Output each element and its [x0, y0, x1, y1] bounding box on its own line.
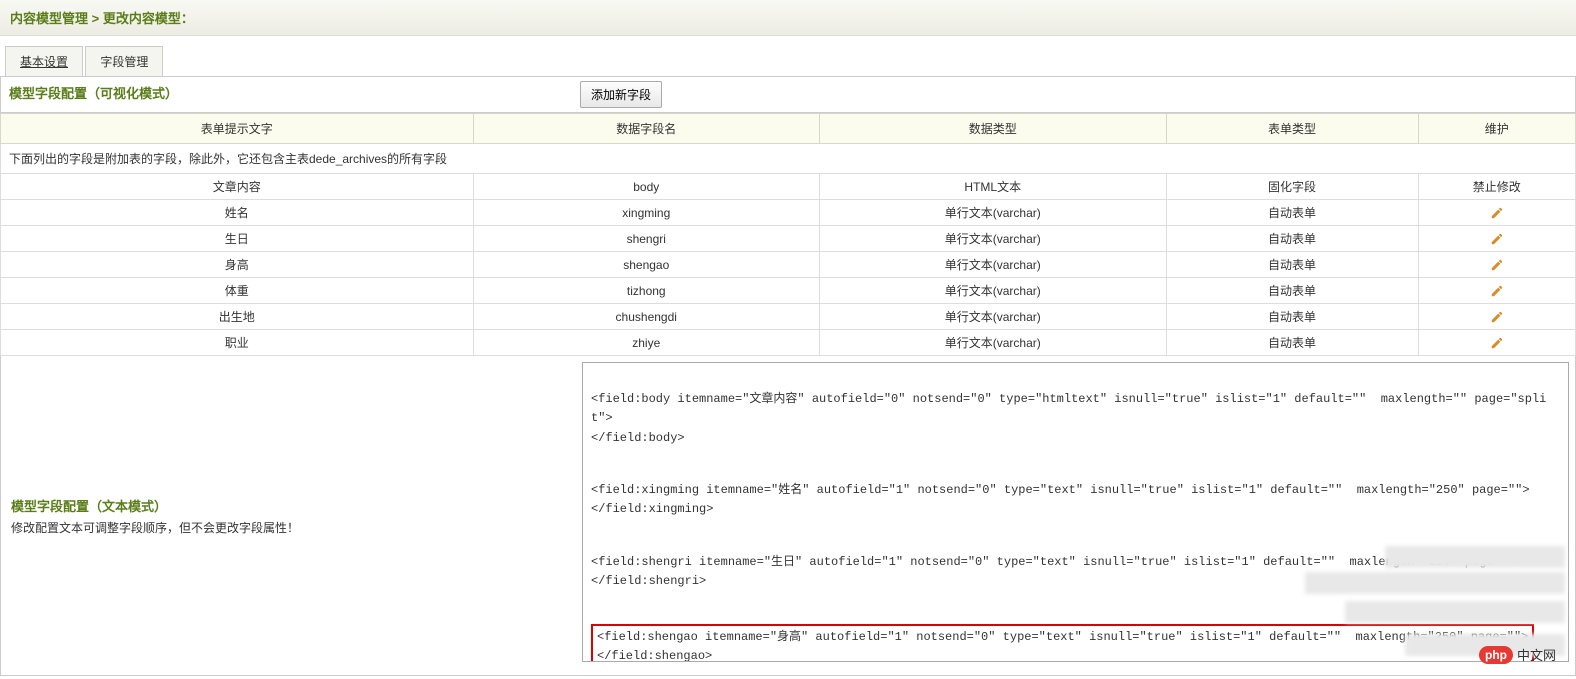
- cell-maint[interactable]: [1418, 226, 1576, 252]
- th-prompt: 表单提示文字: [1, 114, 474, 144]
- tab-fields[interactable]: 字段管理: [85, 46, 163, 76]
- cell-maint[interactable]: [1418, 330, 1576, 356]
- cell-prompt: 生日: [1, 226, 474, 252]
- cell-formtype: 自动表单: [1166, 278, 1418, 304]
- edit-icon[interactable]: [1490, 231, 1504, 245]
- blur-overlay: [1385, 546, 1565, 568]
- cell-field: tizhong: [473, 278, 820, 304]
- th-formtype: 表单类型: [1166, 114, 1418, 144]
- cell-prompt: 姓名: [1, 200, 474, 226]
- cell-datatype: 单行文本(varchar): [820, 330, 1167, 356]
- table-row: 生日shengri单行文本(varchar)自动表单: [1, 226, 1576, 252]
- cell-field: shengao: [473, 252, 820, 278]
- th-maint: 维护: [1418, 114, 1576, 144]
- edit-icon[interactable]: [1490, 205, 1504, 219]
- cell-maint: 禁止修改: [1418, 174, 1576, 200]
- cell-field: xingming: [473, 200, 820, 226]
- breadcrumb-root[interactable]: 内容模型管理: [10, 11, 88, 26]
- cell-datatype: 单行文本(varchar): [820, 226, 1167, 252]
- cell-field: shengri: [473, 226, 820, 252]
- table-row: 职业zhiye单行文本(varchar)自动表单: [1, 330, 1576, 356]
- table-note: 下面列出的字段是附加表的字段，除此外，它还包含主表dede_archives的所…: [1, 144, 1576, 174]
- cell-prompt: 出生地: [1, 304, 474, 330]
- php-badge-icon: php: [1479, 646, 1513, 664]
- edit-icon[interactable]: [1490, 309, 1504, 323]
- add-field-button[interactable]: 添加新字段: [580, 81, 662, 108]
- cell-datatype: HTML文本: [820, 174, 1167, 200]
- cell-formtype: 自动表单: [1166, 200, 1418, 226]
- breadcrumb: 内容模型管理 > 更改内容模型：: [0, 0, 1576, 36]
- table-row: 姓名xingming单行文本(varchar)自动表单: [1, 200, 1576, 226]
- cell-formtype: 自动表单: [1166, 226, 1418, 252]
- breadcrumb-current: 更改内容模型：: [103, 11, 194, 26]
- cell-field: chushengdi: [473, 304, 820, 330]
- section-text-title: 模型字段配置（文本模式）: [11, 496, 566, 515]
- cell-formtype: 自动表单: [1166, 252, 1418, 278]
- table-row: 身高shengao单行文本(varchar)自动表单: [1, 252, 1576, 278]
- blur-overlay: [1345, 601, 1565, 623]
- cell-datatype: 单行文本(varchar): [820, 304, 1167, 330]
- tab-basic[interactable]: 基本设置: [5, 46, 83, 76]
- section-visual-title: 模型字段配置（可视化模式）: [1, 77, 576, 112]
- watermark: php 中文网: [1479, 645, 1556, 664]
- cell-maint[interactable]: [1418, 304, 1576, 330]
- table-row: 体重tizhong单行文本(varchar)自动表单: [1, 278, 1576, 304]
- tabs: 基本设置 字段管理: [5, 46, 1576, 76]
- cell-prompt: 职业: [1, 330, 474, 356]
- edit-icon[interactable]: [1490, 257, 1504, 271]
- cell-prompt: 体重: [1, 278, 474, 304]
- cell-datatype: 单行文本(varchar): [820, 200, 1167, 226]
- cell-maint[interactable]: [1418, 252, 1576, 278]
- th-datatype: 数据类型: [820, 114, 1167, 144]
- cell-datatype: 单行文本(varchar): [820, 252, 1167, 278]
- cell-prompt: 文章内容: [1, 174, 474, 200]
- watermark-text: 中文网: [1517, 645, 1556, 664]
- section-text-wrapper: 模型字段配置（文本模式） 修改配置文本可调整字段顺序，但不会更改字段属性！ <f…: [0, 356, 1576, 676]
- table-row: 文章内容bodyHTML文本固化字段禁止修改: [1, 174, 1576, 200]
- cell-maint[interactable]: [1418, 200, 1576, 226]
- edit-icon[interactable]: [1490, 283, 1504, 297]
- cell-datatype: 单行文本(varchar): [820, 278, 1167, 304]
- cell-maint[interactable]: [1418, 278, 1576, 304]
- edit-icon[interactable]: [1490, 335, 1504, 349]
- cell-formtype: 自动表单: [1166, 330, 1418, 356]
- blur-overlay: [1305, 572, 1565, 594]
- cell-prompt: 身高: [1, 252, 474, 278]
- cell-field: body: [473, 174, 820, 200]
- highlighted-code-shengao: <field:shengao itemname="身高" autofield="…: [591, 624, 1534, 662]
- section-visual-header: 模型字段配置（可视化模式） 添加新字段: [0, 76, 1576, 113]
- cell-field: zhiye: [473, 330, 820, 356]
- th-field: 数据字段名: [473, 114, 820, 144]
- table-row: 出生地chushengdi单行文本(varchar)自动表单: [1, 304, 1576, 330]
- cell-formtype: 自动表单: [1166, 304, 1418, 330]
- cell-formtype: 固化字段: [1166, 174, 1418, 200]
- fields-table: 表单提示文字 数据字段名 数据类型 表单类型 维护 下面列出的字段是附加表的字段…: [0, 113, 1576, 356]
- section-text-desc: 修改配置文本可调整字段顺序，但不会更改字段属性！: [11, 519, 566, 536]
